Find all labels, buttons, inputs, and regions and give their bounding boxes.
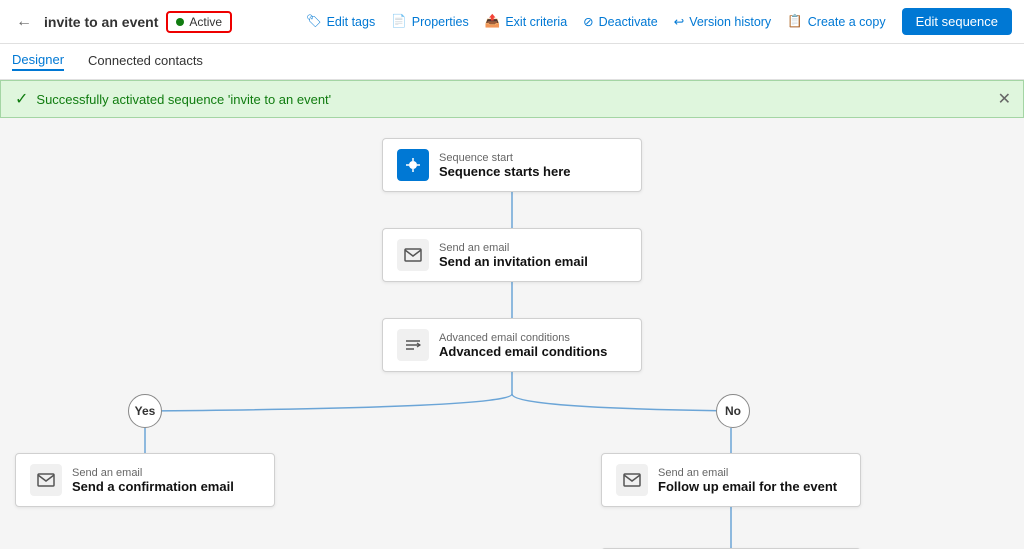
success-message: Successfully activated sequence 'invite … (36, 92, 331, 107)
active-dot-icon (176, 18, 184, 26)
active-badge: Active (166, 11, 232, 33)
banner-close-button[interactable]: ✕ (998, 89, 1011, 109)
sequence-start-text: Sequence start Sequence starts here (439, 152, 571, 179)
node-sequence-start[interactable]: Sequence start Sequence starts here (382, 138, 642, 192)
followup-label: Send an email (658, 467, 837, 479)
version-history-button[interactable]: ↩ Version history (674, 14, 771, 29)
success-check-icon: ✓ (15, 89, 28, 109)
followup-title: Follow up email for the event (658, 479, 837, 494)
branch-yes: Yes (128, 394, 162, 428)
active-label: Active (189, 15, 222, 29)
page-title: invite to an event (44, 14, 158, 30)
email1-text: Send an email Send an invitation email (439, 242, 588, 269)
exit-criteria-button[interactable]: 📤 Exit criteria (485, 14, 567, 29)
properties-icon: 📄 (391, 14, 407, 29)
canvas: Sequence start Sequence starts here Send… (0, 118, 1024, 549)
tab-connected-contacts[interactable]: Connected contacts (88, 53, 203, 70)
subnav: Designer Connected contacts (0, 44, 1024, 80)
email1-label: Send an email (439, 242, 588, 254)
create-copy-label: Create a copy (808, 15, 886, 29)
edit-tags-button[interactable]: 🏷 Edit tags (306, 14, 376, 29)
node-email-followup[interactable]: Send an email Follow up email for the ev… (601, 453, 861, 507)
exit-criteria-icon: 📤 (485, 14, 501, 29)
tab-designer[interactable]: Designer (12, 52, 64, 71)
deactivate-button[interactable]: ⊘ Deactivate (583, 14, 658, 29)
sequence-start-icon (397, 149, 429, 181)
exit-criteria-label: Exit criteria (505, 15, 567, 29)
flow-container: Sequence start Sequence starts here Send… (0, 118, 1024, 549)
confirm-label: Send an email (72, 467, 234, 479)
email1-title: Send an invitation email (439, 254, 588, 269)
create-copy-button[interactable]: 📋 Create a copy (787, 14, 885, 29)
version-history-label: Version history (689, 15, 771, 29)
sequence-start-title: Sequence starts here (439, 164, 571, 179)
edit-tags-icon: 🏷 (306, 14, 322, 29)
edit-sequence-button[interactable]: Edit sequence (902, 8, 1012, 35)
version-history-icon: ↩ (674, 14, 684, 29)
adv1-title: Advanced email conditions (439, 344, 607, 359)
adv1-text: Advanced email conditions Advanced email… (439, 332, 607, 359)
confirm-text: Send an email Send a confirmation email (72, 467, 234, 494)
deactivate-icon: ⊘ (583, 14, 593, 29)
adv1-label: Advanced email conditions (439, 332, 607, 344)
sequence-start-label: Sequence start (439, 152, 571, 164)
header: ← invite to an event Active 🏷 Edit tags … (0, 0, 1024, 44)
properties-label: Properties (412, 15, 469, 29)
header-right: 🏷 Edit tags 📄 Properties 📤 Exit criteria… (306, 8, 1012, 35)
node-email-invitation[interactable]: Send an email Send an invitation email (382, 228, 642, 282)
node-advanced-conditions-1[interactable]: Advanced email conditions Advanced email… (382, 318, 642, 372)
deactivate-label: Deactivate (599, 15, 658, 29)
edit-tags-label: Edit tags (327, 15, 376, 29)
adv1-icon (397, 329, 429, 361)
node-email-confirmation[interactable]: Send an email Send a confirmation email (15, 453, 275, 507)
success-banner: ✓ Successfully activated sequence 'invit… (0, 80, 1024, 118)
confirm-icon (30, 464, 62, 496)
email1-icon (397, 239, 429, 271)
properties-button[interactable]: 📄 Properties (391, 14, 469, 29)
branch-no: No (716, 394, 750, 428)
create-copy-icon: 📋 (787, 14, 803, 29)
followup-text: Send an email Follow up email for the ev… (658, 467, 837, 494)
back-button[interactable]: ← (12, 9, 36, 35)
branch-yes-label: Yes (135, 404, 156, 418)
confirm-title: Send a confirmation email (72, 479, 234, 494)
branch-no-label: No (725, 404, 741, 418)
header-left: ← invite to an event Active (12, 9, 232, 35)
followup-icon (616, 464, 648, 496)
